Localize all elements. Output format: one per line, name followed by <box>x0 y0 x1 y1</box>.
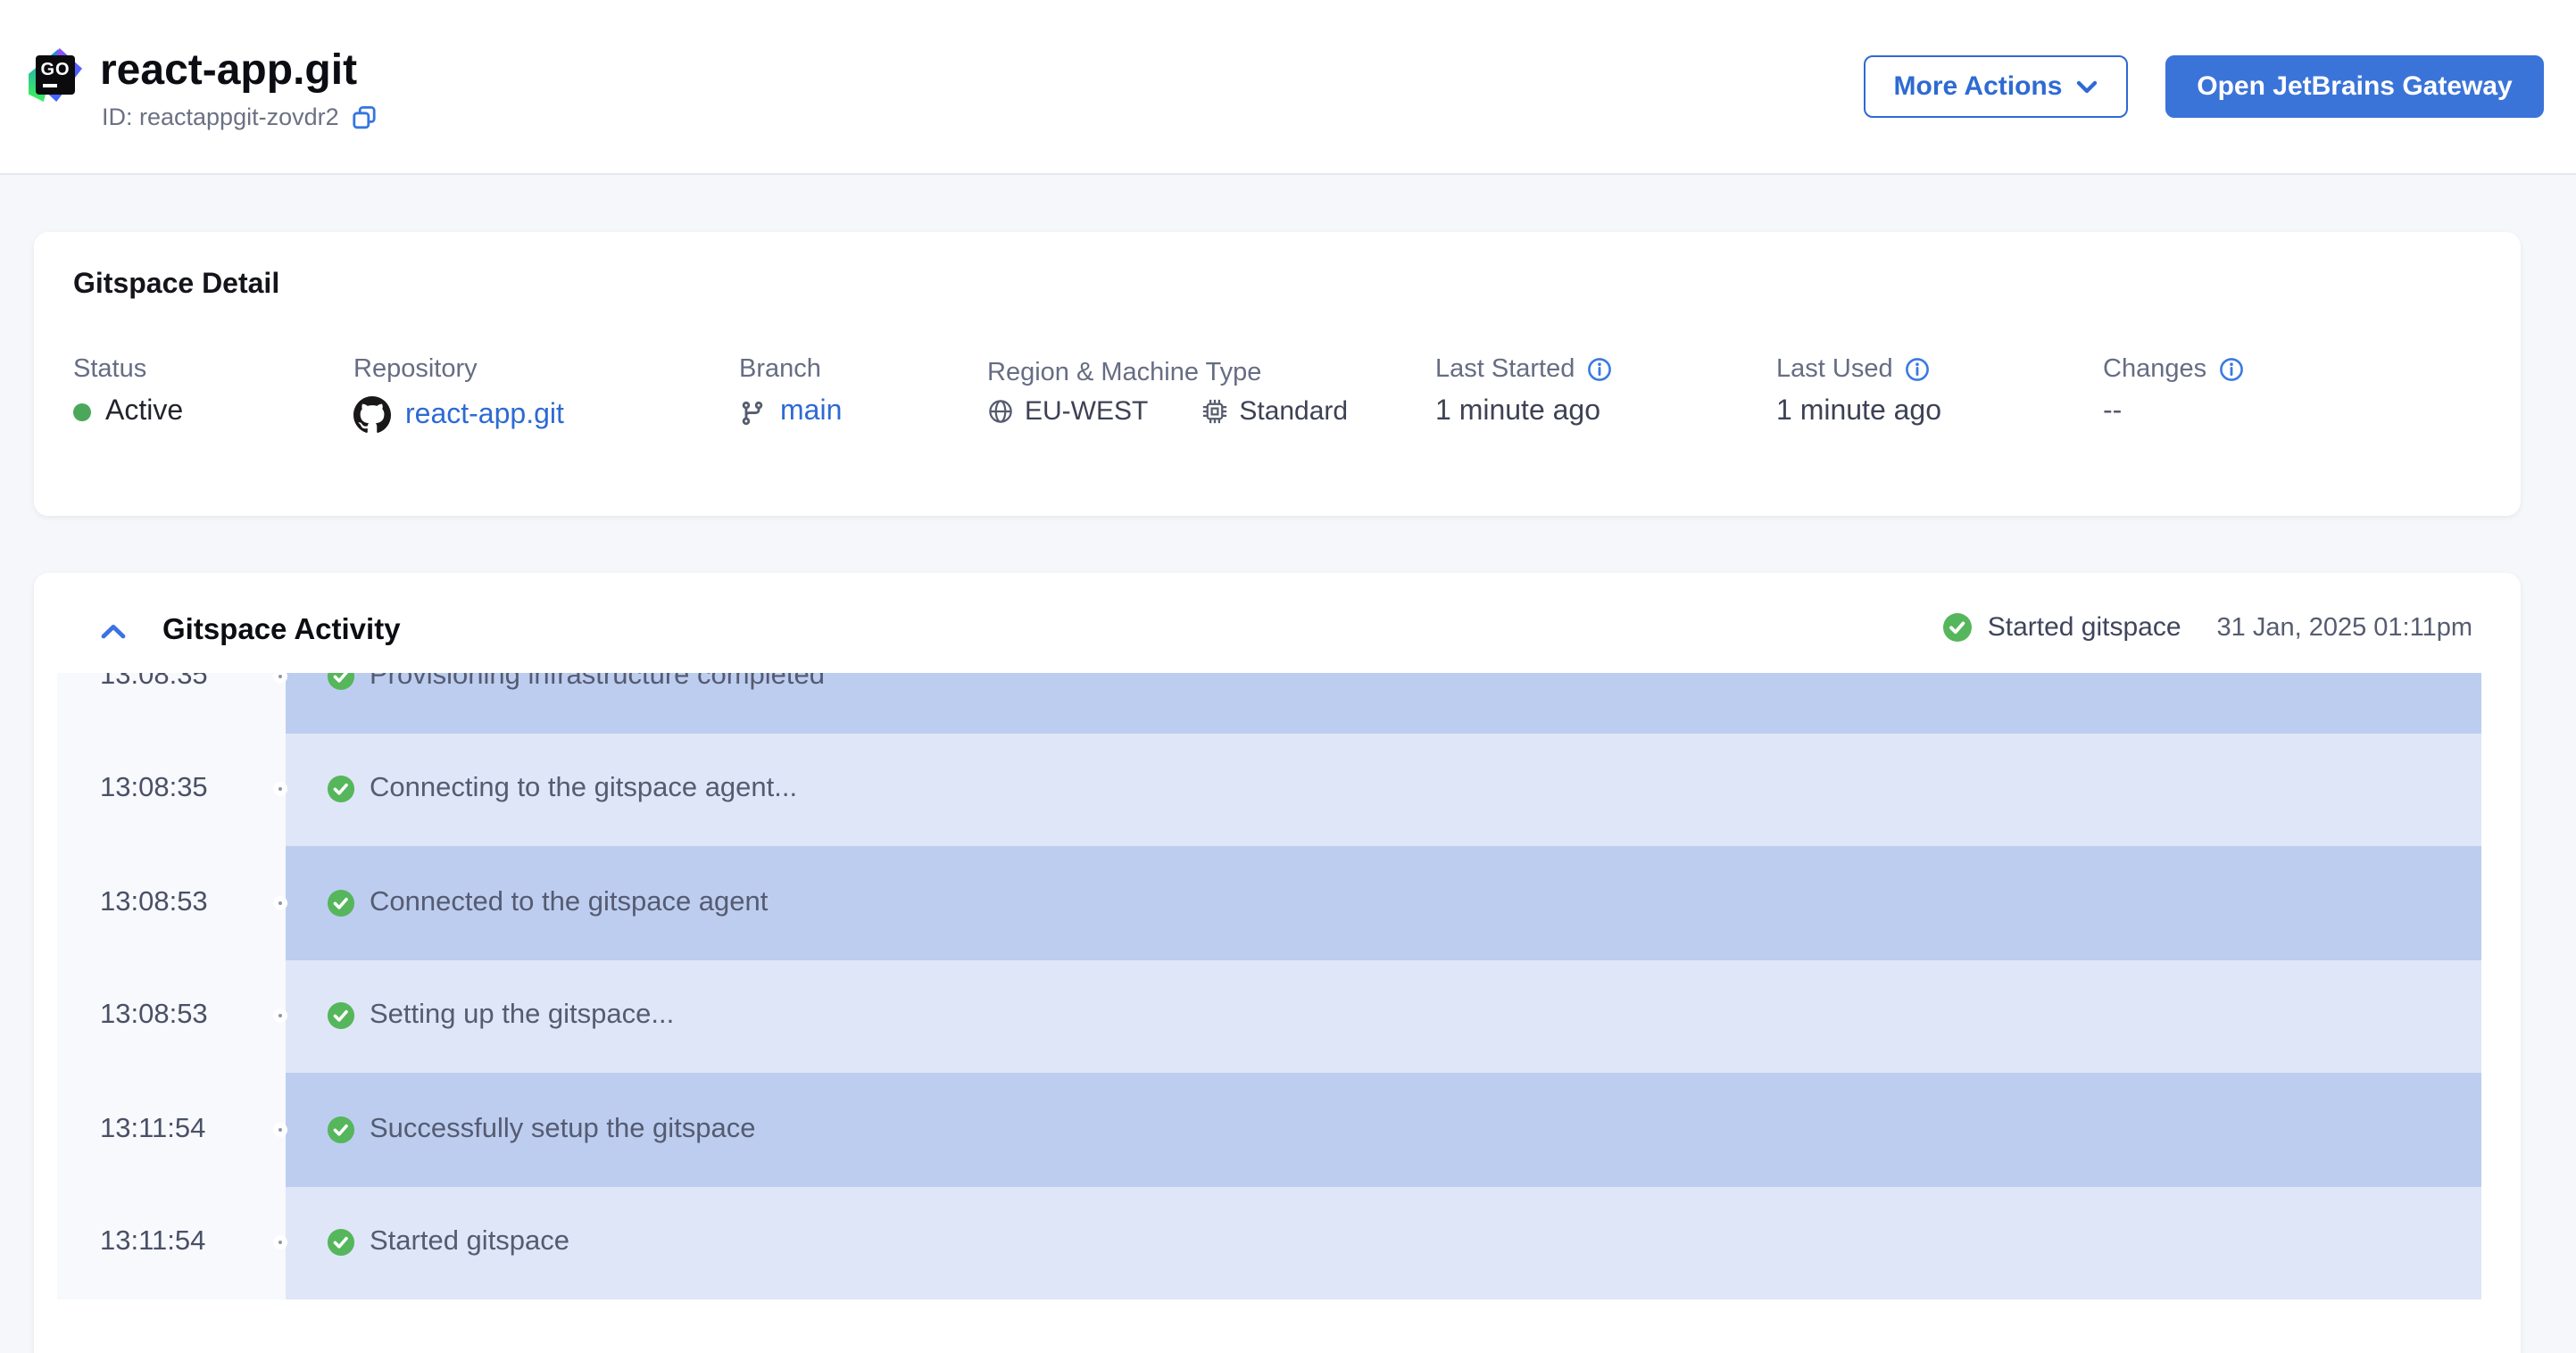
goland-ide-icon: GO <box>29 48 82 102</box>
repository-link[interactable]: react-app.git <box>405 399 564 431</box>
log-message: Connecting to the gitspace agent... <box>370 773 798 804</box>
field-last-started-label: Last Started <box>1435 355 1575 384</box>
gitspace-activity-card: Gitspace Activity Started gitspace 31 Ja… <box>34 573 2521 1353</box>
log-timestamp: 13:08:35 <box>57 673 286 733</box>
log-timestamp: 13:08:53 <box>57 959 286 1073</box>
field-region-machine-label: Region & Machine Type <box>987 359 1262 387</box>
activity-log-viewport[interactable]: 13:08:35 Provisioning infrastructure com… <box>57 673 2481 1299</box>
timeline-dot-icon <box>273 895 287 910</box>
detail-card-title: Gitspace Detail <box>73 270 280 300</box>
more-actions-button[interactable]: More Actions <box>1864 55 2128 118</box>
activity-status-date: 31 Jan, 2025 01:11pm <box>2216 613 2472 642</box>
branch-link[interactable]: main <box>780 396 842 428</box>
chevron-down-icon <box>2077 79 2098 93</box>
field-repository-label: Repository <box>353 355 478 384</box>
activity-log-rows: 13:08:35 Provisioning infrastructure com… <box>57 673 2481 1299</box>
collapse-chevron-up-icon[interactable] <box>100 618 127 650</box>
timeline-dot-icon <box>273 1235 287 1250</box>
page-title: react-app.git <box>100 46 358 95</box>
field-changes-label: Changes <box>2103 355 2207 384</box>
chip-icon <box>1203 399 1227 424</box>
activity-card-title: Gitspace Activity <box>162 614 401 646</box>
log-message-cell: Provisioning infrastructure completed <box>273 673 2481 733</box>
header-actions: More Actions Open JetBrains Gateway <box>1864 55 2544 118</box>
timeline-dot-icon <box>273 673 287 684</box>
machine-type-value: Standard <box>1239 396 1349 427</box>
timeline-dot-icon <box>273 1009 287 1024</box>
log-message: Connected to the gitspace agent <box>370 886 769 917</box>
check-circle-icon <box>327 673 355 690</box>
check-circle-icon <box>327 1229 355 1257</box>
changes-value: -- <box>2103 396 2123 427</box>
activity-status-label: Started gitspace <box>1987 612 2181 643</box>
log-timestamp: 13:11:54 <box>57 1073 286 1186</box>
activity-log-row: 13:11:54 Started gitspace <box>57 1186 2481 1299</box>
status-dot-icon <box>73 403 91 421</box>
activity-log-row: 13:08:53 Connected to the gitspace agent <box>57 846 2481 959</box>
info-icon[interactable] <box>1587 357 1612 382</box>
field-status-label: Status <box>73 355 147 384</box>
timeline-dot-icon <box>273 782 287 797</box>
activity-log-row: 13:08:35 Connecting to the gitspace agen… <box>57 733 2481 846</box>
status-value: Active <box>105 396 184 427</box>
region-value: EU-WEST <box>1025 396 1149 427</box>
log-message-cell: Started gitspace <box>273 1186 2481 1299</box>
log-message-cell: Connected to the gitspace agent <box>273 846 2481 959</box>
github-icon <box>353 396 391 433</box>
more-actions-label: More Actions <box>1893 71 2063 102</box>
info-icon[interactable] <box>1906 357 1931 382</box>
activity-log-row: 13:08:35 Provisioning infrastructure com… <box>57 673 2481 733</box>
log-message: Provisioning infrastructure completed <box>370 673 826 691</box>
page: GO react-app.git ID: reactappgit-zovdr2 … <box>0 0 2576 1353</box>
page-header: GO react-app.git ID: reactappgit-zovdr2 … <box>0 0 2576 175</box>
log-timestamp: 13:11:54 <box>57 1186 286 1299</box>
gitspace-id: ID: reactappgit-zovdr2 <box>102 104 339 130</box>
timeline-dot-icon <box>273 1122 287 1137</box>
check-circle-icon <box>1943 613 1973 642</box>
log-timestamp: 13:08:35 <box>57 733 286 846</box>
log-message-cell: Setting up the gitspace... <box>273 959 2481 1073</box>
copy-icon[interactable] <box>352 104 377 129</box>
log-message: Setting up the gitspace... <box>370 1000 675 1031</box>
check-circle-icon <box>327 889 355 917</box>
activity-log-row: 13:08:53 Setting up the gitspace... <box>57 959 2481 1073</box>
check-circle-icon <box>327 1002 355 1030</box>
last-started-value: 1 minute ago <box>1435 396 1601 427</box>
field-last-used-label: Last Used <box>1776 355 1893 384</box>
globe-icon <box>989 400 1012 423</box>
activity-status: Started gitspace 31 Jan, 2025 01:11pm <box>1943 612 2472 643</box>
log-timestamp: 13:08:53 <box>57 846 286 959</box>
git-branch-icon <box>742 400 763 425</box>
log-message-cell: Connecting to the gitspace agent... <box>273 733 2481 846</box>
check-circle-icon <box>327 776 355 803</box>
activity-log-row: 13:11:54 Successfully setup the gitspace <box>57 1073 2481 1186</box>
gitspace-detail-card: Gitspace Detail Status Active Repository… <box>34 232 2521 516</box>
open-jetbrains-gateway-button[interactable]: Open JetBrains Gateway <box>2165 55 2544 118</box>
field-branch-label: Branch <box>739 355 821 384</box>
log-message-cell: Successfully setup the gitspace <box>273 1073 2481 1186</box>
info-icon[interactable] <box>2219 357 2244 382</box>
last-used-value: 1 minute ago <box>1776 396 1942 427</box>
log-message: Started gitspace <box>370 1226 570 1258</box>
check-circle-icon <box>327 1116 355 1143</box>
log-message: Successfully setup the gitspace <box>370 1113 756 1144</box>
gitspace-id-row: ID: reactappgit-zovdr2 <box>102 104 377 130</box>
